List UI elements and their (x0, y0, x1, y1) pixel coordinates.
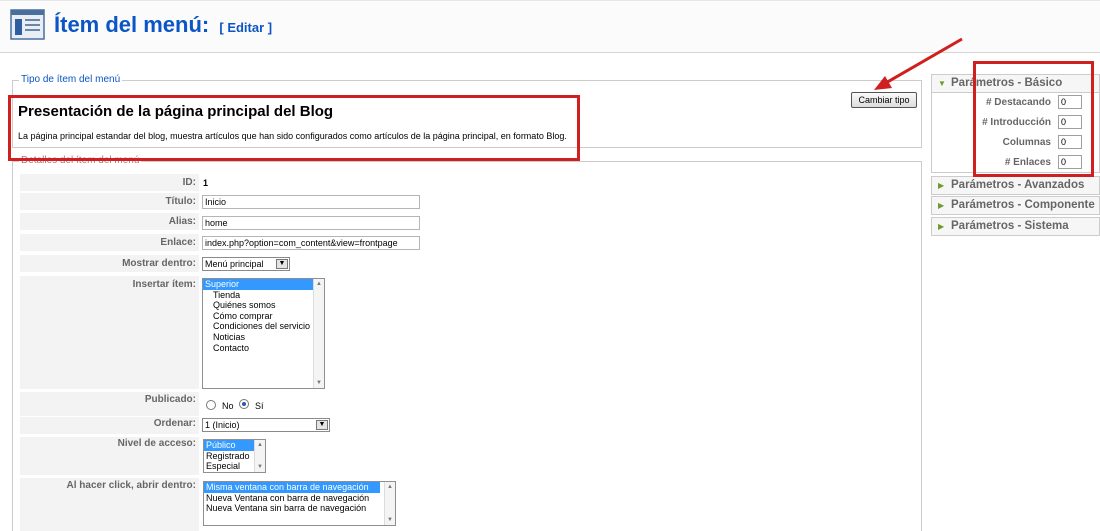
title-label: Título: (20, 193, 199, 210)
published-label: Publicado: (20, 392, 199, 416)
list-item[interactable]: Noticias (203, 332, 324, 343)
list-item[interactable]: Nueva Ventana con barra de navegación (204, 493, 395, 504)
triangle-right-icon: ▶ (938, 181, 945, 190)
id-label: ID: (20, 174, 199, 191)
list-item[interactable]: Cómo comprar (203, 311, 324, 322)
insert-item-label: Insertar ítem: (20, 276, 199, 389)
link-input[interactable]: index.php?option=com_content&view=frontp… (202, 236, 420, 250)
list-item[interactable]: Superior (203, 279, 324, 290)
params-system-title: Parámetros - Sistema (951, 220, 1069, 232)
access-level-label: Nivel de acceso: (20, 437, 199, 475)
link-label: Enlace: (20, 234, 199, 251)
list-item[interactable]: Nueva Ventana sin barra de navegación (204, 503, 395, 514)
scroll-up-icon[interactable]: ▲ (314, 279, 324, 289)
annotation-box-type (8, 95, 580, 161)
list-item[interactable]: Tienda (203, 290, 324, 301)
published-yes-label: Sí (255, 401, 264, 411)
order-select[interactable]: 1 (Inicio) ▼ (202, 418, 330, 432)
scroll-down-icon[interactable]: ▼ (255, 462, 265, 472)
listbox-scrollbar[interactable]: ▲ ▼ (313, 279, 324, 388)
scroll-down-icon[interactable]: ▼ (385, 515, 395, 525)
change-type-button[interactable]: Cambiar tipo (851, 92, 917, 108)
open-in-listbox[interactable]: Misma ventana con barra de navegación Nu… (203, 481, 396, 526)
order-label: Ordenar: (20, 417, 199, 434)
show-in-label: Mostrar dentro: (20, 255, 199, 272)
insert-item-listbox[interactable]: Superior Tienda Quiénes somos Cómo compr… (202, 278, 325, 389)
order-value: 1 (Inicio) (205, 420, 240, 430)
list-item[interactable]: Contacto (203, 343, 324, 354)
published-yes-radio[interactable] (239, 399, 249, 409)
scroll-up-icon[interactable]: ▲ (255, 440, 265, 450)
triangle-right-icon: ▶ (938, 222, 945, 231)
scroll-up-icon[interactable]: ▲ (385, 482, 395, 492)
title-input[interactable]: Inicio (202, 195, 420, 209)
params-advanced-header[interactable]: ▶ Parámetros - Avanzados (931, 176, 1100, 195)
list-item[interactable]: Quiénes somos (203, 300, 324, 311)
access-level-listbox[interactable]: Público Registrado Especial ▲ ▼ (203, 439, 266, 473)
list-item[interactable]: Condiciones del servicio (203, 321, 324, 332)
list-item[interactable]: Misma ventana con barra de navegación (204, 482, 380, 493)
chevron-down-icon[interactable]: ▼ (276, 259, 288, 269)
params-component-title: Parámetros - Componente (951, 199, 1095, 211)
id-value: 1 (203, 178, 209, 188)
chevron-down-icon[interactable]: ▼ (316, 420, 328, 430)
published-no-radio[interactable] (206, 400, 216, 410)
page-title-text: Ítem del menú: (54, 12, 210, 37)
open-in-label: Al hacer click, abrir dentro: (20, 478, 199, 531)
show-in-select[interactable]: Menú principal ▼ (202, 257, 290, 271)
list-item[interactable]: Público (204, 440, 254, 451)
scroll-down-icon[interactable]: ▼ (314, 378, 324, 388)
params-component-header[interactable]: ▶ Parámetros - Componente (931, 196, 1100, 215)
page-subtitle: [ Editar ] (219, 20, 273, 35)
menu-item-icon (10, 9, 45, 40)
alias-label: Alias: (20, 213, 199, 230)
listbox-scrollbar[interactable]: ▲ ▼ (254, 440, 265, 472)
toolbar-header: Ítem del menú: [ Editar ] (0, 0, 1100, 53)
triangle-down-icon: ▼ (938, 79, 946, 88)
annotation-box-params (973, 61, 1094, 177)
published-no-label: No (222, 401, 234, 411)
params-system-header[interactable]: ▶ Parámetros - Sistema (931, 217, 1100, 236)
params-advanced-title: Parámetros - Avanzados (951, 179, 1085, 191)
alias-input[interactable]: home (202, 216, 420, 230)
listbox-scrollbar[interactable]: ▲ ▼ (384, 482, 395, 525)
page-title: Ítem del menú: [ Editar ] (54, 12, 272, 38)
triangle-right-icon: ▶ (938, 201, 945, 210)
show-in-value: Menú principal (205, 259, 264, 269)
menu-item-type-legend: Tipo de ítem del menú (19, 74, 123, 85)
